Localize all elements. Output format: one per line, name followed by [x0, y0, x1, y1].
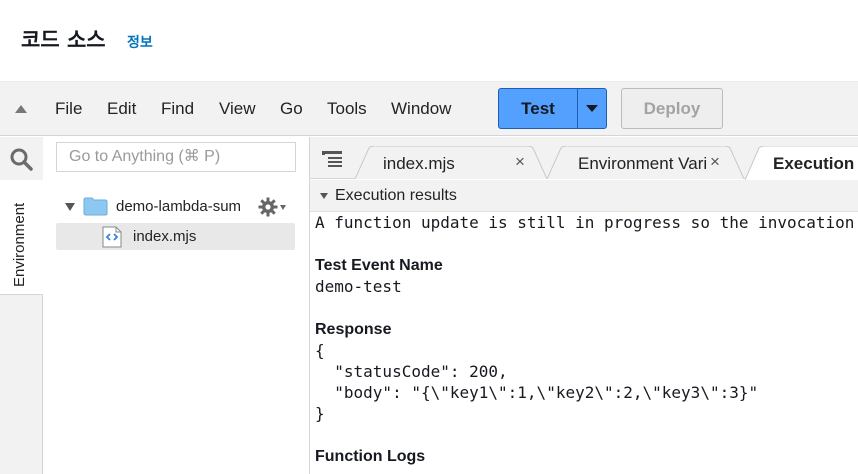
info-link[interactable]: 정보 — [127, 32, 153, 52]
tab-index-mjs[interactable]: index.mjs × — [355, 146, 555, 179]
tab-label: index.mjs — [383, 154, 455, 173]
folder-icon — [83, 197, 108, 216]
close-icon[interactable]: × — [710, 152, 720, 172]
response-line: "statusCode": 200, — [315, 362, 508, 381]
editor-tabbar: index.mjs × Environment Vari × Execution… — [310, 137, 858, 180]
file-tree-panel: demo-lambda-sum index.mjs — [43, 137, 310, 474]
page-title: 코드 소스 — [21, 28, 106, 52]
folder-settings-button[interactable] — [258, 197, 286, 217]
caret-down-icon — [586, 105, 598, 112]
search-icon[interactable] — [9, 147, 33, 171]
execution-results-header[interactable]: Execution results — [310, 180, 858, 212]
menu-file[interactable]: File — [55, 99, 82, 119]
menu-view[interactable]: View — [219, 99, 256, 119]
function-logs-title: Function Logs — [315, 448, 426, 465]
tab-execution-results[interactable]: Execution r — [745, 146, 858, 180]
go-to-anything-input[interactable] — [56, 142, 296, 172]
tab-label: Execution r — [773, 154, 858, 173]
page-header: 코드 소스 정보 — [0, 0, 858, 82]
notice-text: A function update is still in progress s… — [315, 213, 855, 232]
execution-results-label: Execution results — [335, 187, 457, 204]
editor-area: index.mjs × Environment Vari × Execution… — [310, 137, 858, 474]
deploy-button[interactable]: Deploy — [621, 88, 723, 129]
left-side-strip: Environment — [0, 137, 43, 474]
file-row-index-mjs[interactable]: index.mjs — [56, 223, 295, 250]
response-line: { — [315, 341, 325, 360]
tab-list-icon[interactable] — [322, 151, 342, 167]
menu-find[interactable]: Find — [161, 99, 194, 119]
collapse-up-icon[interactable] — [14, 104, 28, 114]
caret-down-icon — [280, 204, 286, 210]
close-icon[interactable]: × — [515, 152, 525, 172]
test-button[interactable]: Test — [498, 88, 578, 129]
menu-window[interactable]: Window — [391, 99, 451, 119]
response-line: "body": "{\"key1\":1,\"key2\":2,\"key3\"… — [315, 383, 759, 402]
environment-label: Environment — [11, 202, 28, 287]
response-line: } — [315, 404, 325, 423]
file-name: index.mjs — [133, 228, 197, 245]
menu-edit[interactable]: Edit — [107, 99, 136, 119]
js-file-icon — [102, 226, 122, 247]
tab-environment-variables[interactable]: Environment Vari × — [547, 146, 752, 179]
test-dropdown-button[interactable] — [577, 88, 607, 129]
expand-triangle-icon[interactable] — [65, 202, 75, 211]
collapse-triangle-icon[interactable] — [320, 193, 328, 199]
ide-menubar: File Edit Find View Go Tools Window Test… — [0, 82, 858, 136]
test-event-title: Test Event Name — [315, 257, 443, 274]
tab-label: Environment Vari — [578, 154, 708, 173]
menu-go[interactable]: Go — [280, 99, 303, 119]
gear-icon — [258, 197, 278, 217]
response-title: Response — [315, 321, 392, 338]
folder-name: demo-lambda-sum — [116, 198, 242, 215]
menu-tools[interactable]: Tools — [327, 99, 367, 119]
strip-filler — [0, 295, 43, 474]
test-event-value: demo-test — [315, 277, 402, 296]
